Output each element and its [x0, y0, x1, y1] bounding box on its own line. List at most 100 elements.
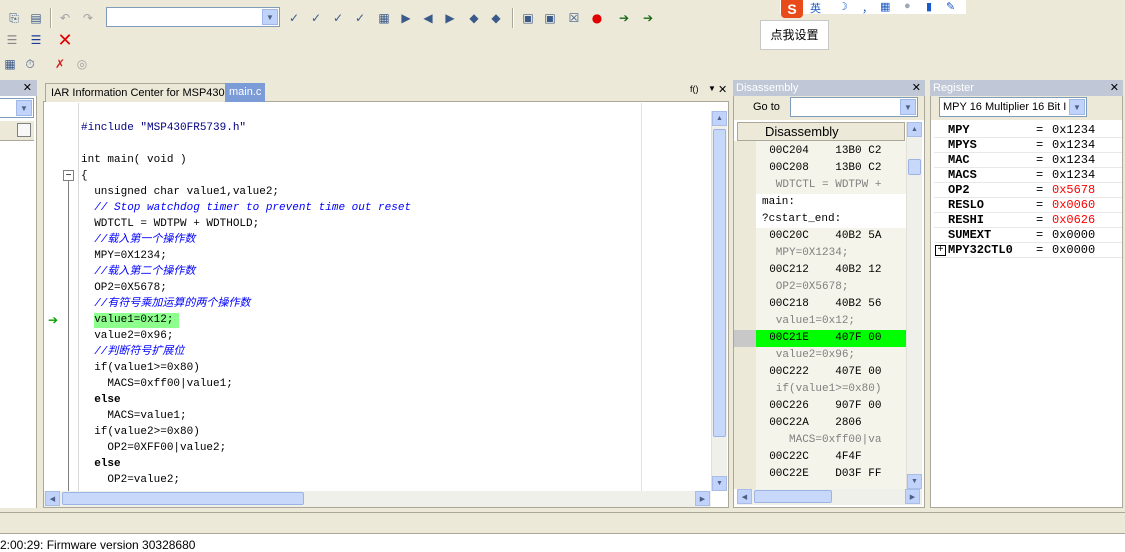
scroll-right-icon[interactable]: ▶ — [905, 489, 920, 504]
nav-forward-icon[interactable]: ▶ — [440, 8, 460, 28]
undo-icon[interactable]: ↶ — [55, 8, 75, 28]
disassembly-row[interactable]: WDTCTL = WDTPW + — [756, 177, 906, 194]
run-to-cursor-icon[interactable]: ☰ — [26, 30, 46, 50]
find-combo[interactable]: ▼ — [106, 7, 280, 27]
disassembly-row[interactable]: 00C22A 2806 — [756, 415, 906, 432]
ime-tools-icon[interactable]: ✎ — [946, 0, 955, 13]
debug-icon[interactable]: ▣ — [540, 8, 560, 28]
disassembly-row[interactable]: 00C226 907F 00 — [756, 398, 906, 415]
register-row-mpy[interactable]: MPY = 0x1234 — [934, 123, 1122, 138]
disassembly-row[interactable]: 00C22E D03F FF — [756, 466, 906, 483]
scroll-up-icon[interactable]: ▲ — [712, 111, 727, 126]
register-row-mpy32ctl0[interactable]: + MPY32CTL0 = 0x0000 — [934, 243, 1122, 258]
chevron-down-icon[interactable]: ▼ — [262, 9, 278, 25]
chevron-down-icon[interactable]: ▼ — [1069, 99, 1085, 115]
editor-hscroll-thumb[interactable] — [62, 492, 304, 505]
register-value[interactable]: 0x1234 — [1052, 153, 1095, 168]
disassembly-row[interactable]: if(value1>=0x80) — [756, 381, 906, 398]
register-row-mac[interactable]: MAC = 0x1234 — [934, 153, 1122, 168]
ime-mode-icon[interactable]: 英 — [810, 0, 821, 16]
watch-icon[interactable]: ◎ — [72, 54, 92, 74]
register-value[interactable]: 0x0060 — [1052, 198, 1095, 213]
register-row-op2[interactable]: OP2 = 0x5678 — [934, 183, 1122, 198]
step-over-icon[interactable]: ➔ — [638, 8, 658, 28]
disassembly-horizontal-scrollbar[interactable]: ◀ ▶ — [737, 489, 922, 505]
prev-bookmark-icon[interactable]: ✓ — [328, 8, 348, 28]
disassembly-row[interactable]: 00C218 40B2 56 — [756, 296, 906, 313]
workspace-config-combo[interactable]: ▼ — [0, 98, 34, 118]
editor-vscroll-thumb[interactable] — [713, 129, 726, 437]
disassembly-row[interactable]: 00C22C 4F4F — [756, 449, 906, 466]
disassembly-row[interactable]: 00C222 407E 00 — [756, 364, 906, 381]
register-value[interactable]: 0x0000 — [1052, 243, 1095, 258]
close-icon[interactable]: ✕ — [23, 80, 32, 96]
paste-icon[interactable]: ▤ — [26, 8, 46, 28]
step-into-icon[interactable]: ➔ — [614, 8, 634, 28]
disassembly-hscroll-thumb[interactable] — [754, 490, 832, 503]
disassembly-row[interactable]: MPY=0X1234; — [756, 245, 906, 262]
close-icon[interactable]: ✕ — [718, 83, 727, 96]
ime-tooltip[interactable]: 点我设置 — [760, 20, 829, 50]
disassembly-vscroll-thumb[interactable] — [908, 159, 921, 175]
ime-punct-icon[interactable]: ， — [862, 0, 873, 16]
scroll-left-icon[interactable]: ◀ — [45, 491, 60, 506]
tab-iar-info-center[interactable]: IAR Information Center for MSP430 — [45, 83, 231, 102]
editor-vertical-scrollbar[interactable]: ▲ ▼ — [711, 111, 727, 491]
disassembly-row[interactable]: value2=0x96; — [756, 347, 906, 364]
find-in-files-icon[interactable]: ▦ — [374, 8, 394, 28]
register-row-macs[interactable]: MACS = 0x1234 — [934, 168, 1122, 183]
tab-main-c[interactable]: main.c — [225, 83, 266, 102]
chevron-down-icon[interactable]: ▼ — [16, 100, 32, 116]
copy-icon[interactable]: ⎘ — [4, 8, 24, 28]
register-value[interactable]: 0x1234 — [1052, 168, 1095, 183]
scroll-right-icon[interactable]: ▶ — [695, 491, 710, 506]
register-value[interactable]: 0x5678 — [1052, 183, 1095, 198]
disassembly-row[interactable]: 00C208 13B0 C2 — [756, 160, 906, 177]
memory-icon[interactable]: ▦ — [0, 54, 20, 74]
function-nav-button[interactable]: f() — [690, 84, 699, 94]
ime-shirt-icon[interactable]: ▮ — [926, 0, 932, 13]
close-icon[interactable]: ✕ — [1110, 80, 1119, 96]
compile-icon[interactable]: ◆ — [464, 8, 484, 28]
disassembly-row[interactable]: 00C204 13B0 C2 — [756, 143, 906, 160]
clear-variable-icon[interactable]: ✗ — [50, 54, 70, 74]
disassembly-row[interactable]: MACS=0xff00|va — [756, 432, 906, 449]
register-row-reslo[interactable]: RESLO = 0x0060 — [934, 198, 1122, 213]
disassembly-row[interactable]: OP2=0X5678; — [756, 279, 906, 296]
ime-logo-icon[interactable]: S — [781, 0, 803, 18]
timer-icon[interactable]: ⏱ — [20, 54, 40, 74]
debug-no-download-icon[interactable]: ☒ — [564, 8, 584, 28]
disassembly-row[interactable]: main: — [756, 194, 906, 211]
scroll-down-icon[interactable]: ▼ — [907, 474, 922, 489]
expand-icon[interactable]: + — [935, 245, 946, 256]
register-row-reshi[interactable]: RESHI = 0x0626 — [934, 213, 1122, 228]
ime-moon-icon[interactable]: ☽ — [838, 0, 848, 13]
scroll-down-icon[interactable]: ▼ — [712, 476, 727, 491]
register-row-sumext[interactable]: SUMEXT = 0x0000 — [934, 228, 1122, 243]
close-icon[interactable]: ✕ — [912, 80, 921, 96]
find-icon[interactable]: ✓ — [350, 8, 370, 28]
disassembly-vertical-scrollbar[interactable]: ▲ ▼ — [906, 122, 922, 489]
stop-build-icon[interactable]: ▣ — [518, 8, 538, 28]
ime-keyboard-icon[interactable]: ▦ — [880, 0, 890, 13]
register-value[interactable]: 0x0000 — [1052, 228, 1095, 243]
register-group-combo[interactable]: MPY 16 Multiplier 16 Bit I ▼ — [939, 97, 1087, 117]
fold-icon[interactable]: − — [63, 170, 74, 181]
disassembly-row[interactable]: ?cstart_end: — [756, 211, 906, 228]
scroll-left-icon[interactable]: ◀ — [737, 489, 752, 504]
disassembly-row[interactable]: value1=0x12; — [756, 313, 906, 330]
next-bookmark-icon[interactable]: ✓ — [306, 8, 326, 28]
goto-combo[interactable]: ▼ — [790, 97, 918, 117]
chevron-down-icon[interactable]: ▼ — [900, 99, 916, 115]
make-icon[interactable]: ◆ — [486, 8, 506, 28]
register-value[interactable]: 0x1234 — [1052, 138, 1095, 153]
breakpoint-icon[interactable]: ● — [587, 8, 607, 28]
disassembly-row[interactable]: 00C20C 40B2 5A — [756, 228, 906, 245]
redo-icon[interactable]: ↷ — [78, 8, 98, 28]
register-row-mpys[interactable]: MPYS = 0x1234 — [934, 138, 1122, 153]
disassembly-current-row[interactable]: 00C21E 407F 00 — [756, 330, 906, 347]
toggle-bookmark-icon[interactable]: ✓ — [284, 8, 304, 28]
ime-user-icon[interactable]: ● — [904, 0, 911, 12]
register-value[interactable]: 0x0626 — [1052, 213, 1095, 228]
editor-horizontal-scrollbar[interactable]: ◀ ▶ — [44, 491, 711, 507]
